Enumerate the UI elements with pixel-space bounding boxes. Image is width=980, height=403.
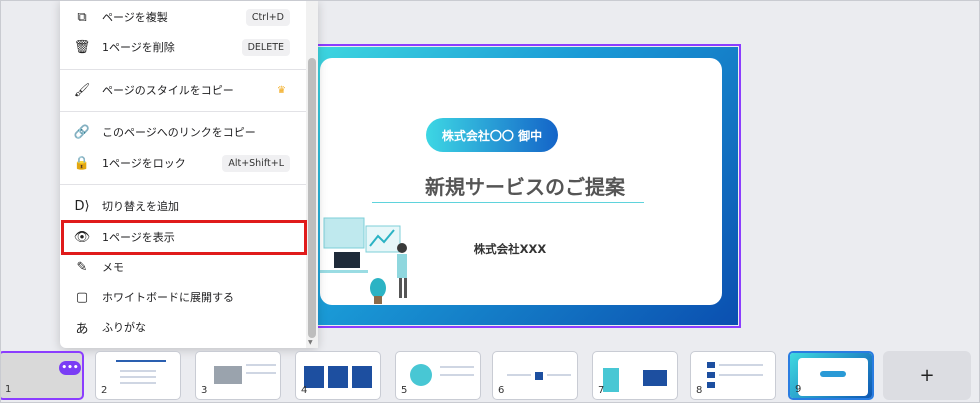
- note-icon: ✎: [76, 259, 88, 275]
- menu-item-delete-page[interactable]: 🗑 1ページを削除 DELETE: [60, 32, 306, 62]
- office-illustration: [320, 217, 407, 304]
- menu-item-label: ページのスタイルをコピー: [102, 84, 234, 97]
- shortcut-badge: Ctrl+D: [245, 8, 290, 26]
- paint-roller-icon: 🖌: [73, 82, 91, 98]
- page-number: 6: [498, 385, 505, 396]
- slide-title[interactable]: 新規サービスのご提案: [360, 171, 690, 200]
- whiteboard-icon: ▢: [75, 289, 89, 305]
- page-number: 4: [301, 385, 308, 396]
- highlight-annotation-box: [61, 220, 307, 255]
- menu-item-label: このページへのリンクをコピー: [102, 126, 256, 139]
- slide-content: 株式会社〇〇 御中 新規サービスのご提案 株式会社XXX: [320, 58, 722, 305]
- page-thumbnail[interactable]: 1 •••: [0, 351, 84, 400]
- menu-divider: [60, 184, 306, 185]
- page-thumbnail[interactable]: 8: [690, 351, 776, 400]
- menu-divider: [60, 69, 306, 70]
- page-number: 3: [201, 385, 208, 396]
- page-number: 9: [795, 384, 802, 395]
- page-thumbnail[interactable]: 2: [95, 351, 181, 400]
- page-thumbnail[interactable]: 4: [295, 351, 381, 400]
- shortcut-badge: DELETE: [241, 38, 290, 56]
- menu-item-notes[interactable]: ✎ メモ: [60, 252, 306, 282]
- page-number: 7: [598, 385, 605, 396]
- transition-icon: D⟩: [74, 198, 90, 214]
- page-number: 2: [101, 385, 108, 396]
- lock-icon: 🔒: [73, 155, 91, 171]
- menu-item-lock-page[interactable]: 🔒 1ページをロック Alt+Shift+L: [60, 148, 306, 178]
- menu-item-duplicate-page[interactable]: ⧉ ページを複製 Ctrl+D: [60, 2, 306, 32]
- menu-item-label: ホワイトボードに展開する: [102, 291, 234, 304]
- menu-divider: [60, 111, 306, 112]
- page-thumbnail-strip: 1 ••• 2 3 4 5 6 7 8 9: [0, 345, 980, 403]
- recipient-pill[interactable]: 株式会社〇〇 御中: [426, 118, 558, 152]
- page-thumbnail[interactable]: 3: [195, 351, 281, 400]
- furigana-icon: あ: [75, 321, 89, 337]
- crown-icon: ♛: [277, 84, 286, 96]
- add-page-button[interactable]: +: [883, 351, 971, 400]
- page-number: 8: [696, 385, 703, 396]
- menu-item-expand-whiteboard[interactable]: ▢ ホワイトボードに展開する: [60, 282, 306, 312]
- menu-item-label: 1ページをロック: [102, 157, 186, 170]
- menu-item-label: 1ページを削除: [102, 41, 175, 54]
- menu-scrollbar-thumb[interactable]: [308, 58, 316, 338]
- page-number: 1: [5, 384, 12, 395]
- menu-item-furigana[interactable]: あ ふりがな: [60, 312, 306, 342]
- menu-item-label: メモ: [102, 261, 124, 274]
- link-icon: 🔗: [73, 124, 91, 140]
- menu-item-copy-style[interactable]: 🖌 ページのスタイルをコピー ♛: [60, 75, 306, 105]
- menu-item-label: ふりがな: [102, 321, 146, 334]
- slide-company-name[interactable]: 株式会社XXX: [450, 241, 570, 257]
- title-underline: [372, 202, 644, 203]
- menu-item-label: ページを複製: [102, 11, 168, 24]
- page-thumbnail[interactable]: 7: [592, 351, 678, 400]
- menu-item-copy-link[interactable]: 🔗 このページへのリンクをコピー: [60, 117, 306, 147]
- page-thumbnail[interactable]: 5: [395, 351, 481, 400]
- shortcut-badge: Alt+Shift+L: [222, 154, 290, 172]
- more-options-button[interactable]: •••: [59, 361, 81, 375]
- slide-canvas[interactable]: 株式会社〇〇 御中 新規サービスのご提案 株式会社XXX: [304, 47, 738, 325]
- trash-icon: 🗑: [73, 39, 91, 55]
- page-number: 5: [401, 385, 408, 396]
- menu-item-label: 切り替えを追加: [102, 200, 179, 213]
- menu-item-add-transition[interactable]: D⟩ 切り替えを追加: [60, 191, 306, 221]
- page-thumbnail[interactable]: 9: [788, 351, 874, 400]
- duplicate-icon: ⧉: [77, 9, 87, 25]
- page-thumbnail[interactable]: 6: [492, 351, 578, 400]
